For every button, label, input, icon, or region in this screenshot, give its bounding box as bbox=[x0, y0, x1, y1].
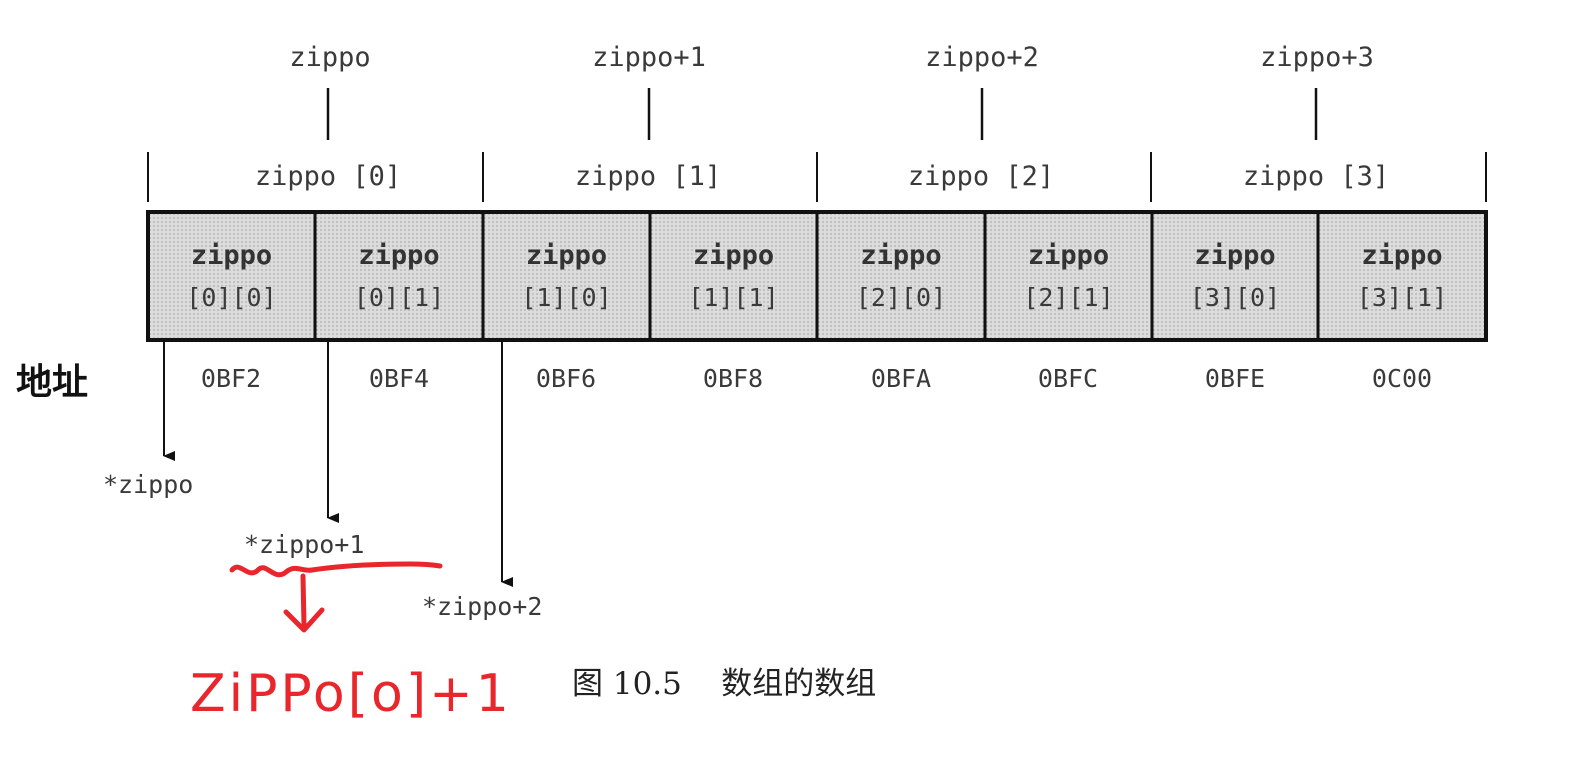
diagram-canvas: zippo zippo+1 zippo+2 zippo+3 zippo [0] … bbox=[0, 0, 1590, 764]
handwritten-arrow-shaft bbox=[300, 573, 307, 629]
diagram-lines bbox=[146, 88, 1488, 633]
handwritten-underline bbox=[229, 561, 443, 578]
